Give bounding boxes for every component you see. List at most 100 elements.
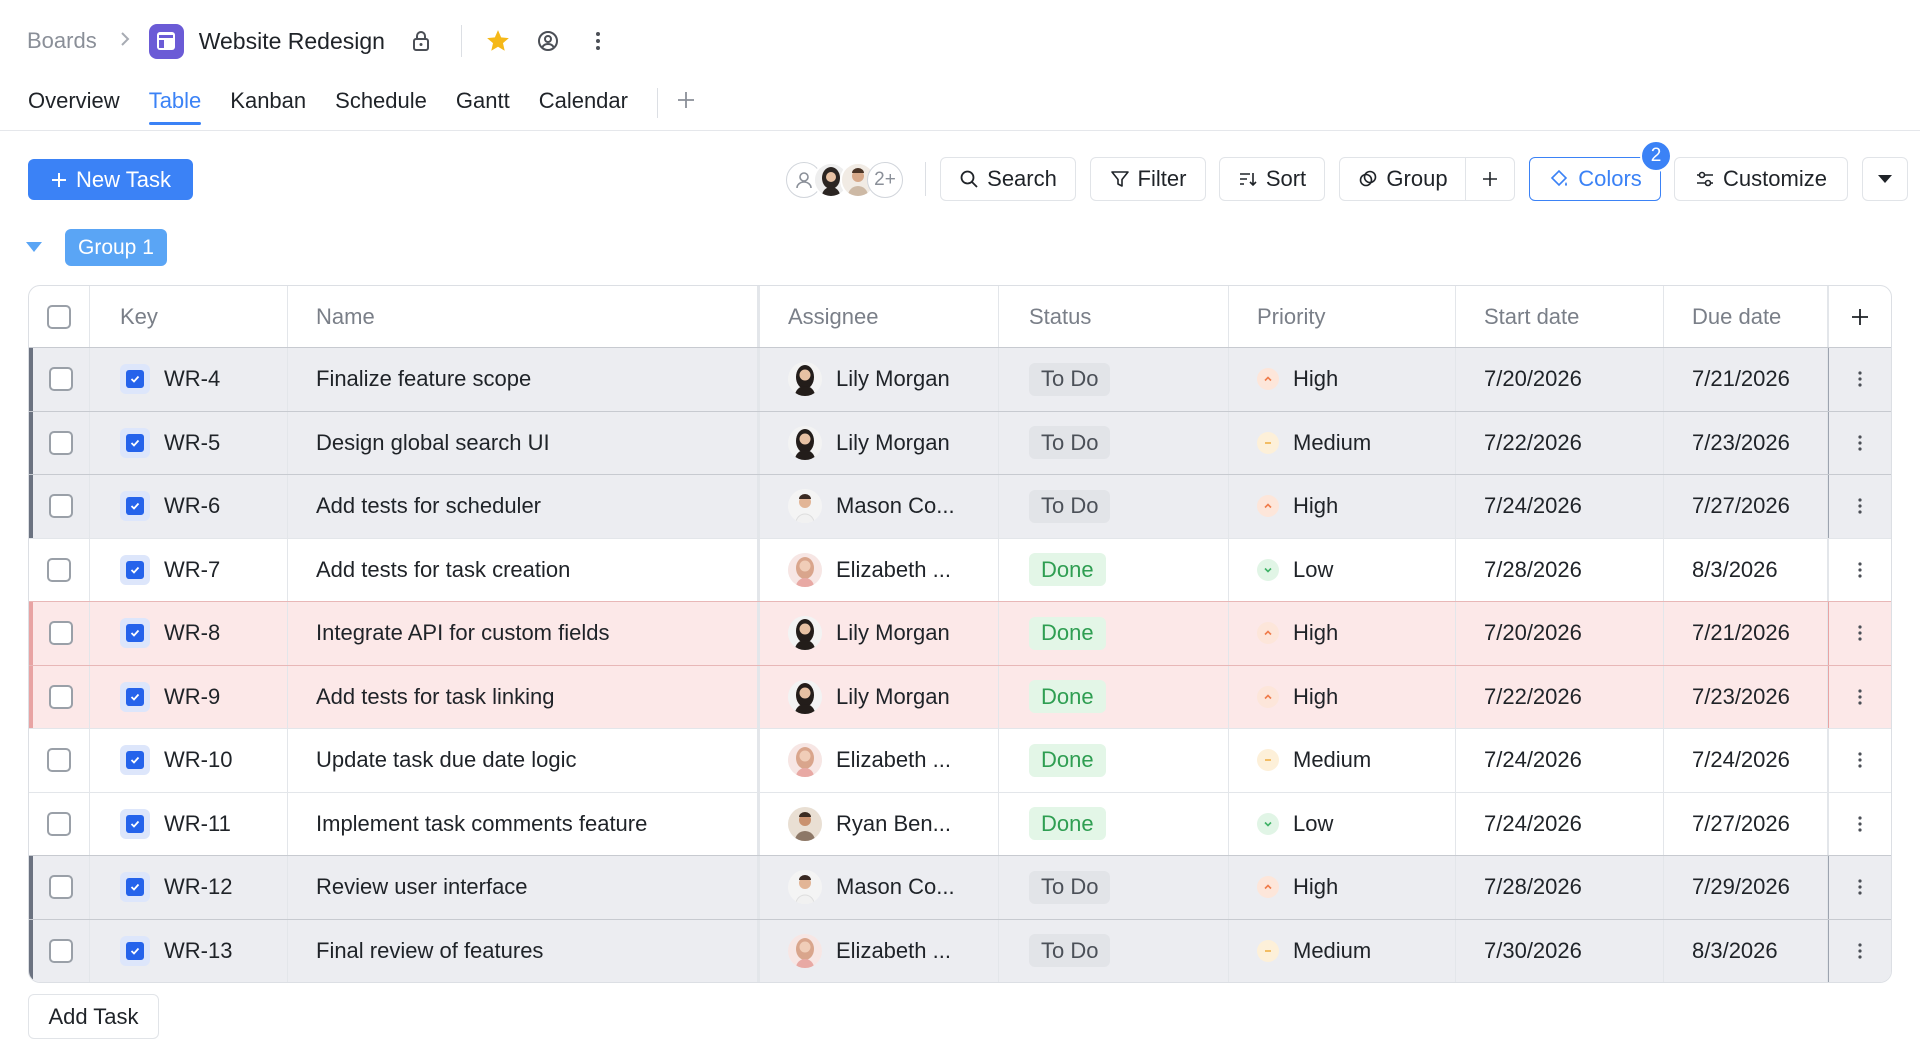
due-date-cell[interactable]: 7/24/2026 [1664,729,1828,792]
key-cell[interactable]: WR-4 [90,348,288,411]
assignee-cell[interactable]: Elizabeth ... [760,729,999,792]
tab-overview[interactable]: Overview [28,88,120,124]
row-menu-button[interactable] [1828,665,1891,728]
table-row[interactable]: WR-8 Integrate API for custom fields Lil… [29,601,1891,665]
start-date-cell[interactable]: 7/30/2026 [1456,919,1664,982]
table-row[interactable]: WR-7 Add tests for task creation Elizabe… [29,537,1891,601]
name-cell[interactable]: Final review of features [288,919,760,982]
group-label[interactable]: Group 1 [65,229,167,266]
priority-cell[interactable]: Low [1229,538,1456,601]
start-date-cell[interactable]: 7/28/2026 [1456,856,1664,919]
row-checkbox[interactable] [49,875,73,900]
status-cell[interactable]: Done [999,729,1229,792]
due-date-cell[interactable]: 7/27/2026 [1664,792,1828,855]
key-cell[interactable]: WR-12 [90,856,288,919]
key-cell[interactable]: WR-6 [90,475,288,538]
row-menu-button[interactable] [1828,411,1891,474]
status-cell[interactable]: Done [999,538,1229,601]
table-row[interactable]: WR-12 Review user interface Mason Co... … [29,855,1891,919]
name-cell[interactable]: Add tests for scheduler [288,475,760,538]
status-cell[interactable]: Done [999,602,1229,665]
table-row[interactable]: WR-4 Finalize feature scope Lily Morgan … [29,347,1891,411]
column-header-name[interactable]: Name [288,286,760,347]
row-menu-button[interactable] [1828,729,1891,792]
assignee-cell[interactable]: Lily Morgan [760,348,999,411]
row-menu-button[interactable] [1828,475,1891,538]
add-column-button[interactable] [1828,286,1891,347]
due-date-cell[interactable]: 7/21/2026 [1664,602,1828,665]
name-cell[interactable]: Add tests for task creation [288,538,760,601]
row-checkbox[interactable] [49,430,73,455]
add-group-button[interactable] [1465,157,1515,201]
key-cell[interactable]: WR-9 [90,665,288,728]
priority-cell[interactable]: High [1229,856,1456,919]
key-cell[interactable]: WR-10 [90,729,288,792]
key-cell[interactable]: WR-7 [90,538,288,601]
key-cell[interactable]: WR-5 [90,411,288,474]
table-row[interactable]: WR-5 Design global search UI Lily Morgan… [29,410,1891,474]
name-cell[interactable]: Review user interface [288,856,760,919]
tab-table[interactable]: Table [148,88,201,125]
table-row[interactable]: WR-6 Add tests for scheduler Mason Co...… [29,474,1891,538]
column-header-key[interactable]: Key [90,286,288,347]
column-header-due-date[interactable]: Due date [1664,286,1828,347]
priority-cell[interactable]: High [1229,665,1456,728]
member-avatars[interactable]: 2+ [786,159,903,200]
tab-calendar[interactable]: Calendar [539,88,628,124]
due-date-cell[interactable]: 7/23/2026 [1664,411,1828,474]
column-header-start-date[interactable]: Start date [1456,286,1664,347]
status-cell[interactable]: To Do [999,475,1229,538]
add-view-icon[interactable] [676,88,696,114]
start-date-cell[interactable]: 7/24/2026 [1456,792,1664,855]
priority-cell[interactable]: Medium [1229,411,1456,474]
colors-button[interactable]: Colors 2 [1529,140,1672,201]
watch-icon[interactable] [534,27,562,55]
assignee-cell[interactable]: Lily Morgan [760,665,999,728]
status-cell[interactable]: Done [999,792,1229,855]
start-date-cell[interactable]: 7/28/2026 [1456,538,1664,601]
start-date-cell[interactable]: 7/24/2026 [1456,475,1664,538]
due-date-cell[interactable]: 7/23/2026 [1664,665,1828,728]
row-checkbox[interactable] [49,494,73,519]
priority-cell[interactable]: High [1229,475,1456,538]
more-vertical-icon[interactable] [584,27,612,55]
priority-cell[interactable]: Medium [1229,729,1456,792]
new-task-button[interactable]: New Task [28,159,193,200]
row-checkbox[interactable] [47,748,71,773]
row-menu-button[interactable] [1828,792,1891,855]
due-date-cell[interactable]: 8/3/2026 [1664,538,1828,601]
row-checkbox[interactable] [49,684,73,709]
assignee-cell[interactable]: Elizabeth ... [760,919,999,982]
tab-schedule[interactable]: Schedule [335,88,427,124]
row-menu-button[interactable] [1828,348,1891,411]
row-checkbox[interactable] [49,938,73,963]
start-date-cell[interactable]: 7/22/2026 [1456,665,1664,728]
table-row[interactable]: WR-10 Update task due date logic Elizabe… [29,728,1891,792]
table-row[interactable]: WR-9 Add tests for task linking Lily Mor… [29,664,1891,728]
key-cell[interactable]: WR-8 [90,602,288,665]
status-cell[interactable]: To Do [999,348,1229,411]
status-cell[interactable]: To Do [999,919,1229,982]
row-checkbox[interactable] [49,367,73,392]
breadcrumb-root-link[interactable]: Boards [27,28,97,54]
name-cell[interactable]: Design global search UI [288,411,760,474]
assignee-cell[interactable]: Ryan Ben... [760,792,999,855]
name-cell[interactable]: Update task due date logic [288,729,760,792]
due-date-cell[interactable]: 7/27/2026 [1664,475,1828,538]
collapse-group-icon[interactable] [24,240,44,259]
name-cell[interactable]: Finalize feature scope [288,348,760,411]
search-button[interactable]: Search [940,157,1076,201]
add-task-button[interactable]: Add Task [28,994,159,1039]
row-checkbox[interactable] [49,621,73,646]
priority-cell[interactable]: High [1229,602,1456,665]
status-cell[interactable]: To Do [999,856,1229,919]
row-menu-button[interactable] [1828,602,1891,665]
status-cell[interactable]: Done [999,665,1229,728]
start-date-cell[interactable]: 7/24/2026 [1456,729,1664,792]
key-cell[interactable]: WR-11 [90,792,288,855]
start-date-cell[interactable]: 7/22/2026 [1456,411,1664,474]
table-row[interactable]: WR-13 Final review of features Elizabeth… [29,918,1891,982]
status-cell[interactable]: To Do [999,411,1229,474]
select-all-checkbox[interactable] [47,304,71,329]
priority-cell[interactable]: High [1229,348,1456,411]
